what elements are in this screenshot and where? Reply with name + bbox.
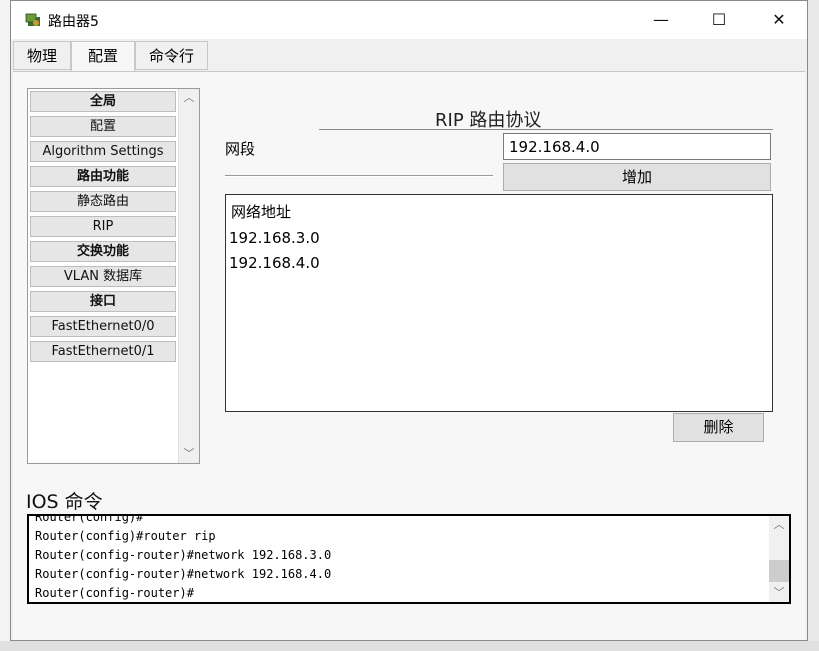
delete-button[interactable]: 删除 bbox=[673, 413, 764, 442]
sidebar-scrollbar[interactable]: ︿ ﹀ bbox=[178, 89, 199, 463]
maximize-button[interactable]: ☐ bbox=[696, 1, 742, 39]
network-label: 网段 bbox=[225, 140, 256, 158]
sidebar-item[interactable]: FastEthernet0/1 bbox=[30, 341, 176, 362]
sidebar-item[interactable]: 路由功能 bbox=[30, 166, 176, 187]
background-desktop-right bbox=[808, 0, 819, 651]
sidebar-item[interactable]: Algorithm Settings bbox=[30, 141, 176, 162]
sidebar-item[interactable]: 全局 bbox=[30, 91, 176, 112]
sidebar-item[interactable]: 交换功能 bbox=[30, 241, 176, 262]
console-scroll-up-icon[interactable]: ︿ bbox=[769, 516, 789, 534]
separator-highlight bbox=[225, 176, 493, 177]
console-scrollbar[interactable]: ︿ ﹀ bbox=[769, 516, 789, 602]
network-list[interactable]: 网络地址 192.168.3.0 192.168.4.0 bbox=[225, 194, 773, 412]
minimize-icon: — bbox=[653, 10, 669, 29]
title-bar: 路由器5 — ☐ ✕ bbox=[11, 1, 807, 39]
console-line: Router(config-router)#network 192.168.3.… bbox=[35, 548, 332, 562]
ios-command-console[interactable]: Router(config)# Router(config)#router ri… bbox=[27, 514, 791, 604]
network-input[interactable] bbox=[503, 133, 771, 160]
tab-bar: 物理 配置 命令行 bbox=[11, 41, 807, 72]
router-config-window: 路由器5 — ☐ ✕ 物理 配置 命令行 全局 配置 Algorithm Setti… bbox=[10, 0, 808, 641]
close-icon: ✕ bbox=[772, 10, 786, 29]
title-divider bbox=[319, 129, 773, 130]
sidebar-item[interactable]: 接口 bbox=[30, 291, 176, 312]
sidebar-item[interactable]: FastEthernet0/0 bbox=[30, 316, 176, 337]
sidebar-item[interactable]: 配置 bbox=[30, 116, 176, 137]
close-button[interactable]: ✕ bbox=[756, 1, 802, 39]
console-scroll-thumb[interactable] bbox=[769, 560, 789, 582]
add-button[interactable]: 增加 bbox=[503, 163, 771, 191]
config-panel: 全局配置 Algorithm Settings 路由功能静态路由 RIP 交换功能 VLA… bbox=[13, 71, 805, 640]
list-item[interactable]: 192.168.3.0 bbox=[229, 229, 320, 247]
minimize-button[interactable]: — bbox=[638, 1, 684, 39]
sidebar-item[interactable]: 静态路由 bbox=[30, 191, 176, 212]
tab-cli[interactable]: 命令行 bbox=[135, 41, 208, 70]
console-line: Router(config)# bbox=[35, 514, 144, 524]
sidebar-nav: 全局配置 Algorithm Settings 路由功能静态路由 RIP 交换功能 VLA… bbox=[27, 88, 200, 464]
sidebar-item[interactable]: VLAN 数据库 bbox=[30, 266, 176, 287]
console-line: Router(config)#router rip bbox=[35, 529, 216, 543]
console-line: Router(config-router)#network 192.168.4.… bbox=[35, 567, 332, 581]
scroll-down-icon[interactable]: ﹀ bbox=[179, 445, 199, 463]
scroll-up-icon[interactable]: ︿ bbox=[179, 89, 199, 107]
tab-physical[interactable]: 物理 bbox=[13, 41, 71, 70]
router-app-icon bbox=[25, 13, 40, 26]
background-desktop-bottom bbox=[0, 641, 819, 651]
console-scroll-down-icon[interactable]: ﹀ bbox=[769, 584, 789, 602]
window-title: 路由器5 bbox=[48, 14, 99, 30]
maximize-icon: ☐ bbox=[711, 10, 727, 29]
tab-config[interactable]: 配置 bbox=[71, 41, 135, 72]
list-item[interactable]: 192.168.4.0 bbox=[229, 254, 320, 272]
console-line: Router(config-router)# bbox=[35, 586, 194, 600]
sidebar-item[interactable]: RIP bbox=[30, 216, 176, 237]
ios-command-label: IOS 命令 bbox=[26, 491, 103, 513]
network-list-header: 网络地址 bbox=[231, 203, 292, 221]
